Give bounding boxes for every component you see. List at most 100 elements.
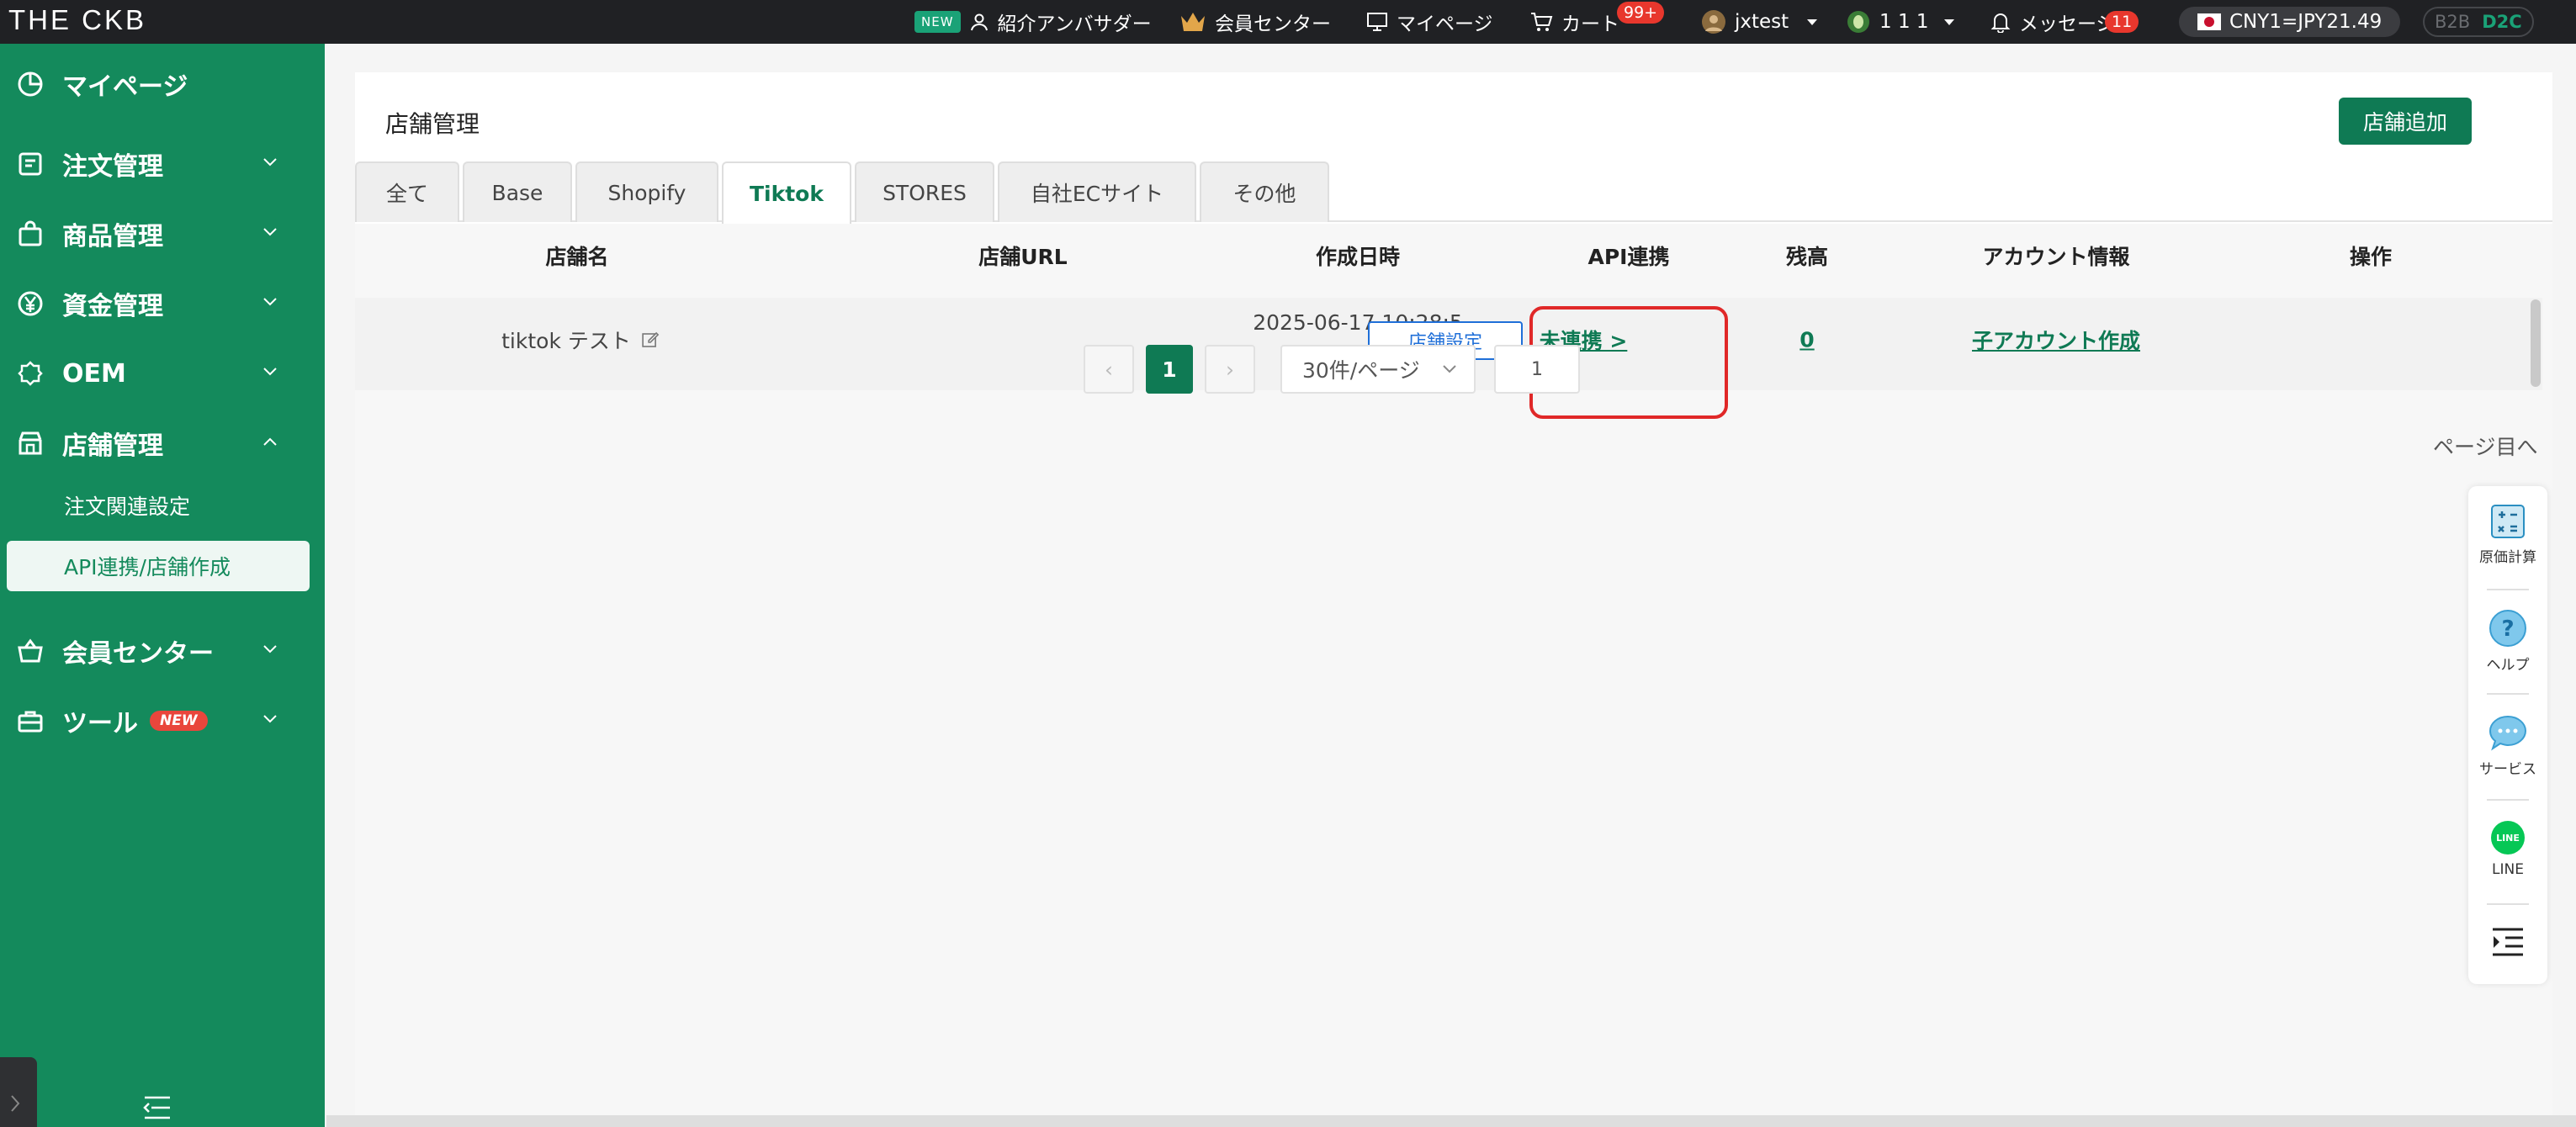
sidebar-item-oem[interactable]: OEM (0, 348, 325, 399)
goto-page-input[interactable]: 1 (1494, 345, 1580, 394)
sidebar-item-label: 資金管理 (62, 292, 163, 321)
top-nav-bar: THE CKB NEW 紹介アンバサダー 会員センター マイページ カート 99… (0, 0, 2576, 44)
japan-flag-icon (2197, 13, 2221, 30)
tool-label: LINE (2492, 861, 2524, 878)
messages-label: メッセージ (2019, 13, 2116, 35)
expand-panel-handle[interactable] (0, 1057, 37, 1127)
sidebar-item-label: マイページ (62, 72, 188, 102)
add-store-button[interactable]: 店舗追加 (2339, 98, 2472, 145)
floating-toolbar: 原価計算 ? ヘルプ サービス LINE LINE (2468, 486, 2547, 984)
chevron-down-icon (263, 158, 277, 167)
avatar (1702, 10, 1725, 34)
tool-label: 原価計算 (2479, 549, 2536, 566)
b2b-d2c-toggle[interactable]: B2B D2C (2423, 7, 2534, 37)
d2c-option[interactable]: D2C (2482, 12, 2521, 32)
next-page-button[interactable]: › (1205, 345, 1255, 394)
sidebar-subitem-label: 注文関連設定 (64, 495, 191, 519)
wallet-label: 1 1 1 (1879, 11, 1929, 33)
edit-icon[interactable] (641, 331, 660, 349)
prev-page-button[interactable]: ‹ (1084, 345, 1134, 394)
divider (2487, 903, 2529, 905)
create-subaccount-link[interactable]: 子アカウント作成 (1972, 325, 2140, 355)
cart-label: カート (1561, 13, 1619, 35)
chevron-down-icon (263, 645, 277, 653)
balance-link[interactable]: 0 (1799, 328, 1814, 352)
column-header: 作成日時 (1315, 245, 1401, 269)
sidebar-item-funds[interactable]: 資金管理 (0, 278, 325, 329)
collapse-sidebar-button[interactable] (141, 1095, 173, 1120)
logo[interactable]: THE CKB (8, 4, 146, 36)
username-label: jxtest (1735, 11, 1789, 33)
sidebar-subitem-order-settings[interactable]: 注文関連設定 (0, 480, 325, 531)
sidebar-item-stores[interactable]: 店舗管理 (0, 418, 325, 468)
divider (2487, 589, 2529, 590)
sidebar-item-tools[interactable]: ツール NEW (0, 696, 325, 746)
sidebar-item-mypage[interactable]: マイページ (0, 59, 325, 109)
my-page-label: マイページ (1397, 13, 1493, 35)
new-badge: NEW (150, 711, 208, 731)
exchange-rate: CNY1=JPY21.49 (2179, 0, 2401, 44)
service-button[interactable]: サービス (2468, 713, 2547, 778)
tab-tiktok[interactable]: Tiktok (722, 161, 851, 224)
toolbox-icon (18, 711, 43, 733)
messages-link[interactable]: メッセージ (1990, 0, 2116, 44)
column-header: 残高 (1785, 245, 1829, 269)
tab-shopify[interactable]: Shopify (575, 161, 718, 222)
tab-other[interactable]: その他 (1200, 161, 1329, 222)
cost-calculator-button[interactable]: 原価計算 (2468, 503, 2547, 566)
member-center-link[interactable]: 会員センター (1179, 0, 1331, 44)
cart-link[interactable]: カート (1529, 0, 1619, 44)
sidebar-item-label: 注文管理 (62, 152, 163, 182)
tab-own-ec[interactable]: 自社ECサイト (998, 161, 1196, 222)
column-header: API連携 (1587, 245, 1670, 269)
line-button[interactable]: LINE LINE (2468, 819, 2547, 878)
sidebar: マイページ 注文管理 商品管理 資金管理 OEM 店舗管理 注文関連設定 API… (0, 44, 325, 1127)
tab-all[interactable]: 全て (355, 161, 459, 222)
ambassador-link[interactable]: NEW 紹介アンバサダー (914, 0, 1152, 44)
chat-icon (2489, 715, 2527, 751)
chevron-right-icon (11, 1095, 20, 1112)
column-header: 店舗名 (545, 245, 609, 269)
new-tag: NEW (914, 11, 961, 33)
horizontal-scrollbar[interactable] (326, 1115, 2576, 1127)
page-1-button[interactable]: 1 (1146, 345, 1193, 394)
chevron-down-icon (263, 228, 277, 236)
chevron-down-icon (1443, 365, 1456, 373)
sidebar-item-orders[interactable]: 注文管理 (0, 139, 325, 189)
page-title: 店舗管理 (385, 110, 480, 138)
tool-label: サービス (2479, 761, 2536, 778)
table-scrollbar[interactable] (2531, 299, 2541, 387)
person-icon (970, 13, 988, 31)
wallet-menu[interactable]: 1 1 1 (1846, 0, 1959, 44)
caret-down-icon (1807, 19, 1818, 25)
document-icon (19, 152, 42, 176)
divider (2487, 693, 2529, 695)
tab-stores[interactable]: STORES (855, 161, 994, 222)
page-size-value: 30件/ページ (1302, 358, 1420, 383)
chevron-down-icon (263, 715, 277, 723)
cart-badge: 99+ (1617, 2, 1665, 24)
column-header: 操作 (2349, 245, 2393, 269)
b2b-option[interactable]: B2B (2435, 12, 2470, 32)
help-button[interactable]: ? ヘルプ (2468, 609, 2547, 674)
member-center-label: 会員センター (1215, 13, 1331, 35)
user-menu[interactable]: jxtest (1701, 0, 1822, 44)
exchange-rate-label: CNY1=JPY21.49 (2229, 11, 2383, 33)
column-header: アカウント情報 (1982, 245, 2130, 269)
tab-base[interactable]: Base (463, 161, 572, 222)
shopping-bag-icon (19, 220, 42, 246)
collapse-toolbar-button[interactable] (2468, 927, 2547, 957)
sidebar-item-member-center[interactable]: 会員センター (0, 626, 325, 676)
sidebar-item-label: 商品管理 (62, 222, 163, 251)
sidebar-subitem-api-store[interactable]: API連携/店舗作成 (7, 541, 310, 591)
my-page-link[interactable]: マイページ (1366, 0, 1493, 44)
badge-check-icon (18, 361, 43, 386)
chevron-down-icon (263, 368, 277, 376)
wallet-icon (1847, 11, 1869, 33)
sidebar-item-products[interactable]: 商品管理 (0, 209, 325, 259)
pie-chart-icon (18, 71, 43, 97)
page-size-select[interactable]: 30件/ページ (1280, 345, 1476, 394)
svg-text:?: ? (2501, 616, 2514, 642)
mode-switch[interactable]: B2B D2C (2423, 0, 2534, 44)
sidebar-item-label: OEM (62, 358, 126, 389)
